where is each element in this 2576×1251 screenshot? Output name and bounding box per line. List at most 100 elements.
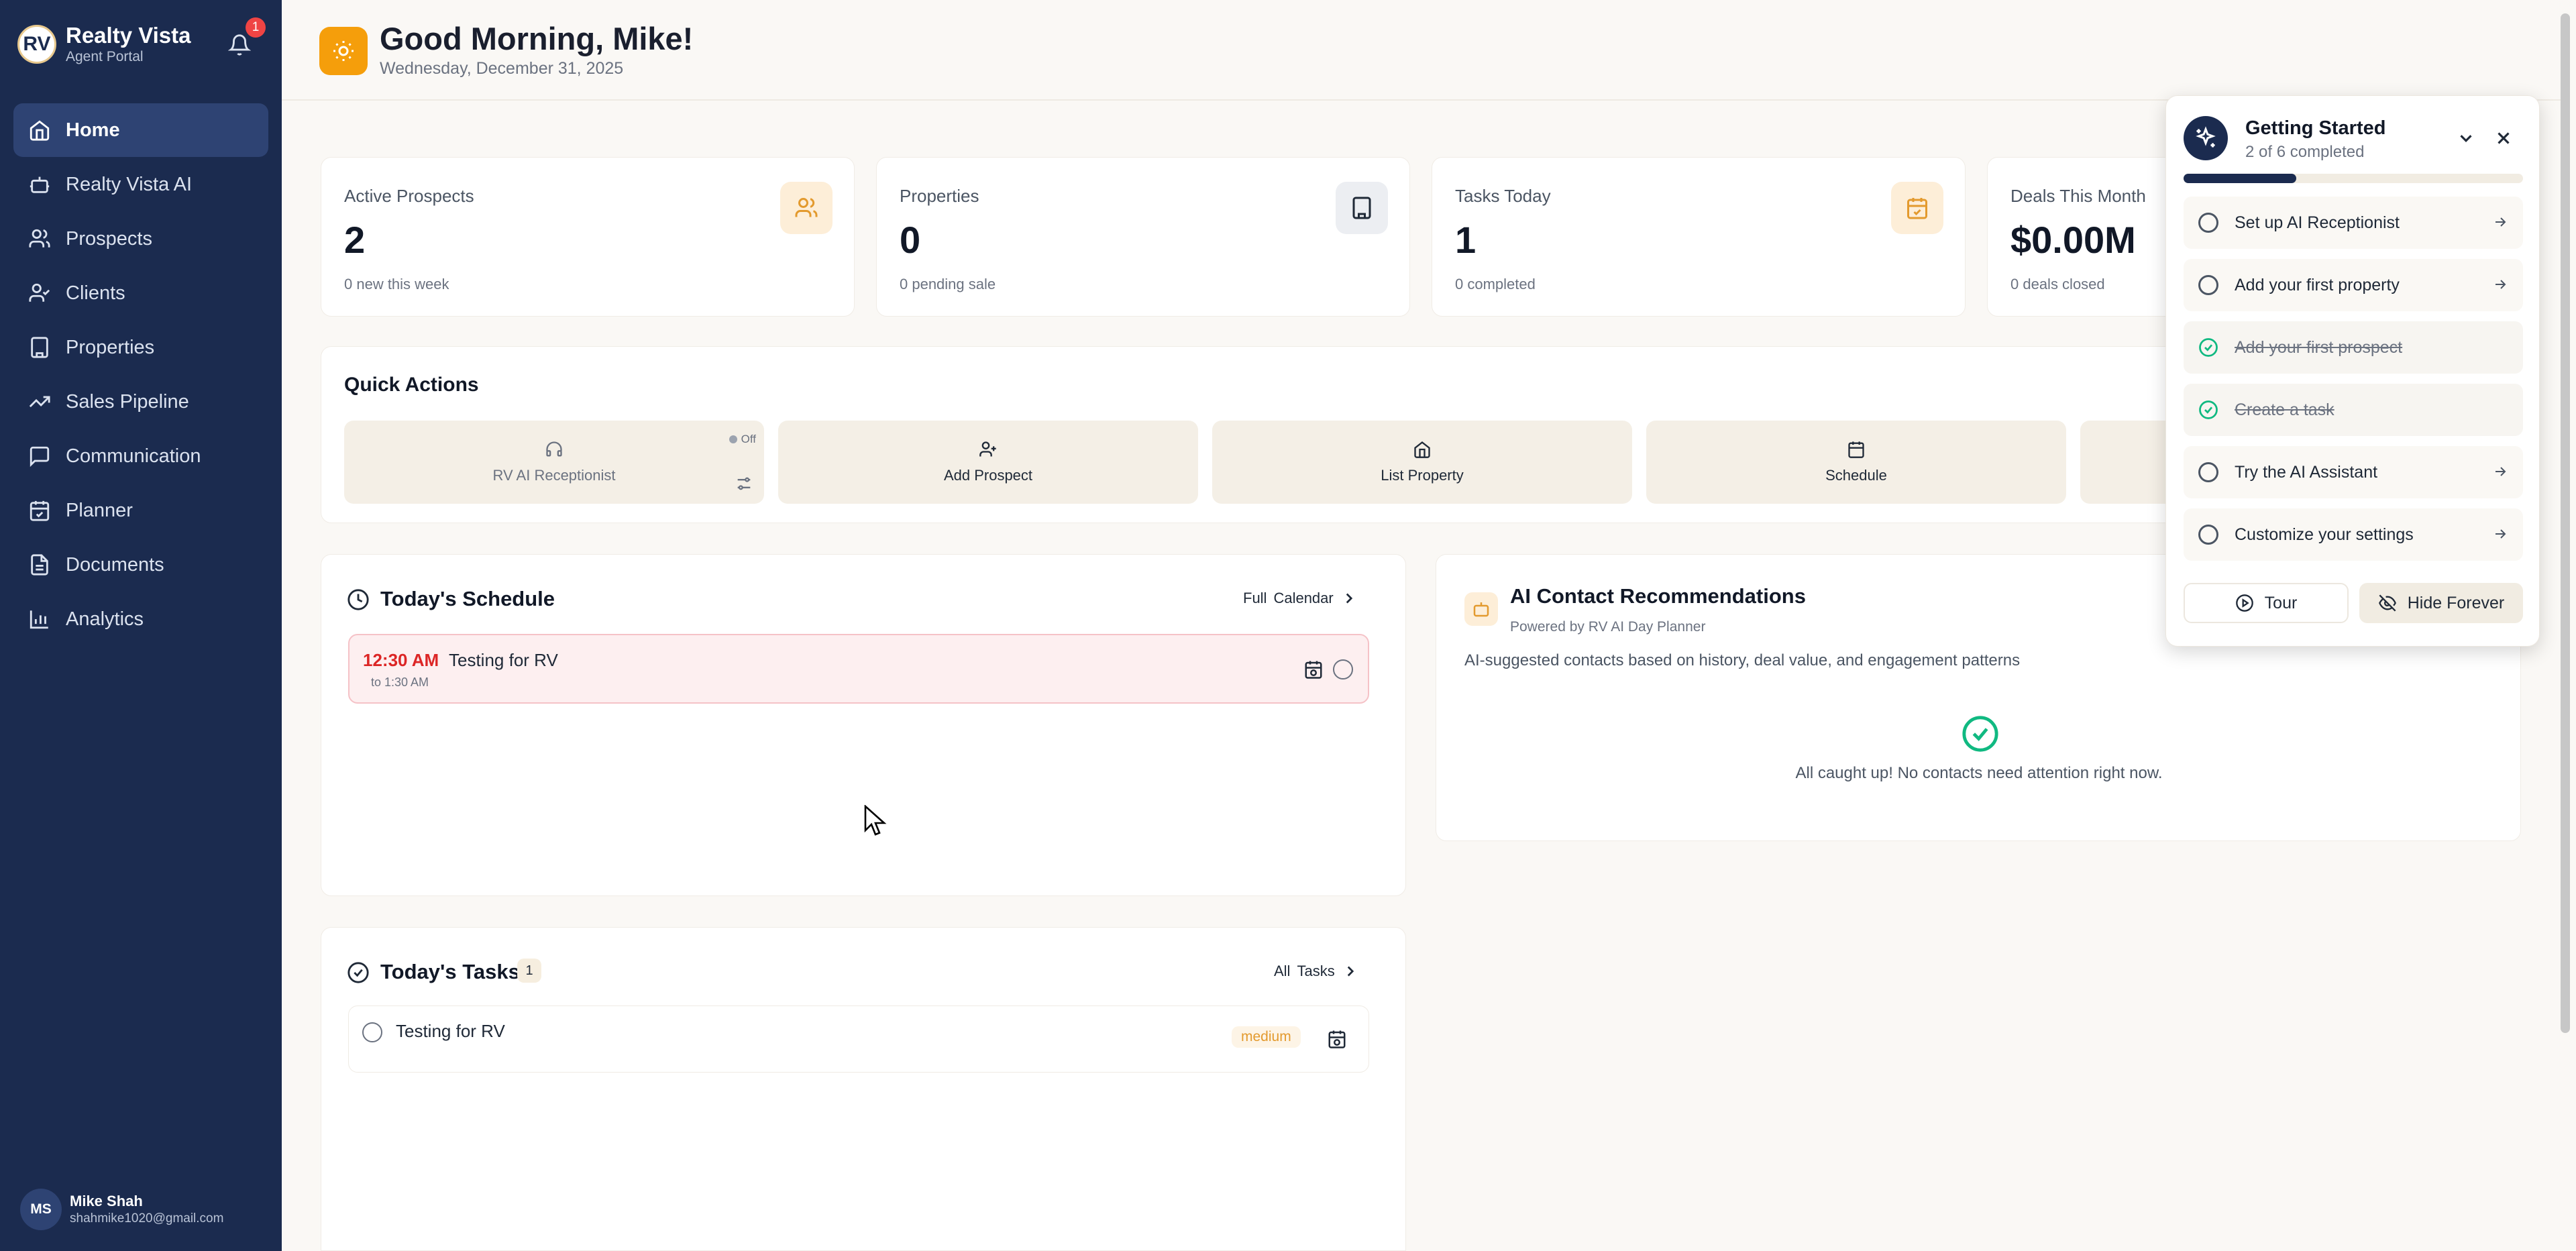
progress-bar [2184,174,2523,183]
priority-badge: medium [1232,1026,1301,1048]
brand[interactable]: RV Realty Vista Agent Portal [17,23,191,66]
check-circle-icon [2199,400,2218,419]
check-circle-icon [2199,338,2218,357]
home-icon [1414,441,1430,458]
tour-button[interactable]: Tour [2184,583,2349,623]
sidebar-item-label: Clients [66,282,125,304]
all-tasks-link[interactable]: All Tasks [1274,963,1359,980]
trending-up-icon [29,396,50,408]
button-label: List Property [1381,467,1464,484]
link-text: All [1274,963,1291,979]
ai-receptionist-button[interactable]: RV AI Receptionist Off [344,421,764,504]
checklist-item-settings[interactable]: Customize your settings [2184,508,2523,561]
checklist-item-create-task[interactable]: Create a task [2184,384,2523,436]
stat-sub: 0 pending sale [900,276,996,292]
current-date: Wednesday, December 31, 2025 [380,59,624,78]
event-title: Testing for RV [449,650,558,670]
receptionist-status: Off [729,433,756,446]
getting-started-title: Getting Started [2245,117,2386,139]
stat-value: 1 [1455,219,1477,261]
link-text: Calendar [1273,590,1334,606]
stat-sub: 0 new this week [344,276,449,292]
sidebar-item-realty-vista-ai[interactable]: Realty Vista AI [13,158,268,211]
close-icon[interactable] [2493,128,2514,148]
sidebar-item-label: Analytics [66,608,144,630]
recommendations-empty-state: All caught up! No contacts need attentio… [1795,764,2163,782]
users-icon [29,229,50,248]
sidebar-item-clients[interactable]: Clients [13,266,268,320]
sidebar-item-home[interactable]: Home [13,103,268,157]
arrow-right-icon [2496,217,2506,227]
page-title: Good Morning, Mike! [380,21,694,56]
check-circle-icon [1962,716,1998,752]
progress-bar-fill [2184,174,2297,183]
sidebar-item-planner[interactable]: Planner [13,484,268,537]
recommendations-description: AI-suggested contacts based on history, … [1464,651,2021,669]
sidebar-item-communication[interactable]: Communication [13,429,268,483]
unchecked-circle-icon [2198,462,2218,482]
ai-receptionist-label: RV AI Receptionist [492,467,616,484]
sidebar-item-prospects[interactable]: Prospects [13,212,268,266]
sidebar-item-sales-pipeline[interactable]: Sales Pipeline [13,375,268,429]
arrow-right-icon [2496,467,2506,476]
reschedule-icon[interactable] [1327,1029,1347,1049]
file-icon [31,554,48,576]
hide-forever-button[interactable]: Hide Forever [2359,583,2523,623]
sidebar-item-documents[interactable]: Documents [13,538,268,592]
sidebar-item-properties[interactable]: Properties [13,321,268,374]
schedule-event[interactable]: 12:30 AM to 1:30 AM Testing for RV [348,634,1369,704]
arrow-right-icon [2496,280,2506,289]
schedule-button[interactable]: Schedule [1646,421,2066,504]
checklist-item-first-property[interactable]: Add your first property [2184,259,2523,311]
getting-started-panel: Getting Started 2 of 6 completed Set up … [2165,95,2540,647]
stat-value: $0.00M [2010,219,2136,261]
user-email: shahmike1020@gmail.com [70,1211,224,1226]
schedule-panel: Today's Schedule Full Calendar 12:30 AM … [321,554,1406,896]
tasks-count-badge: 1 [517,959,541,983]
stat-card-properties[interactable]: Properties 0 0 pending sale [876,157,1410,317]
eye-off-icon [2378,594,2396,612]
checklist-label: Set up AI Receptionist [2235,213,2400,232]
bell-icon[interactable] [228,34,251,56]
complete-checkbox[interactable] [1333,659,1353,679]
sun-badge [319,27,368,75]
app-subtitle: Agent Portal [66,49,144,64]
task-checkbox[interactable] [362,1022,382,1042]
sidebar-item-label: Planner [66,499,133,521]
app-logo: RV [17,25,56,64]
stat-card-tasks-today[interactable]: Tasks Today 1 0 completed [1432,157,1966,317]
sliders-icon[interactable] [735,474,753,493]
task-item[interactable]: Testing for RV medium [348,1005,1369,1073]
mouse-cursor-icon [864,805,887,836]
task-title: Testing for RV [396,1021,505,1041]
sparkles-icon [2196,126,2216,148]
users-icon [780,182,833,234]
checklist-item-ai-assistant[interactable]: Try the AI Assistant [2184,446,2523,498]
scrollbar[interactable] [2561,13,2570,1033]
clock-icon [347,589,369,610]
tasks-title: Today's Tasks [380,960,520,983]
sidebar-item-analytics[interactable]: Analytics [13,592,268,646]
building-icon [31,337,48,358]
tasks-panel: Today's Tasks 1 All Tasks Testing for RV… [321,927,1406,1251]
link-text: Full [1243,590,1267,606]
button-label: Tour [2264,593,2298,612]
stat-card-active-prospects[interactable]: Active Prospects 2 0 new this week [321,157,855,317]
user-name: Mike Shah [70,1193,143,1209]
checklist-item-first-prospect[interactable]: Add your first prospect [2184,321,2523,374]
check-circle-icon [347,962,369,983]
sidebar-item-label: Realty Vista AI [66,173,193,195]
sparkles-badge [2184,116,2228,160]
full-calendar-link[interactable]: Full Calendar [1243,590,1358,607]
add-prospect-button[interactable]: Add Prospect [778,421,1198,504]
checklist-item-ai-receptionist[interactable]: Set up AI Receptionist [2184,197,2523,249]
reschedule-icon[interactable] [1303,659,1324,679]
checklist-label: Try the AI Assistant [2235,462,2378,482]
user-check-icon [29,283,50,302]
chevron-right-icon [1347,966,1354,977]
chevron-down-icon[interactable] [2456,128,2476,148]
user-profile[interactable]: MS Mike Shah shahmike1020@gmail.com [20,1189,223,1230]
list-property-button[interactable]: List Property [1212,421,1632,504]
link-text: Tasks [1297,963,1335,979]
button-label: Add Prospect [943,467,1033,484]
